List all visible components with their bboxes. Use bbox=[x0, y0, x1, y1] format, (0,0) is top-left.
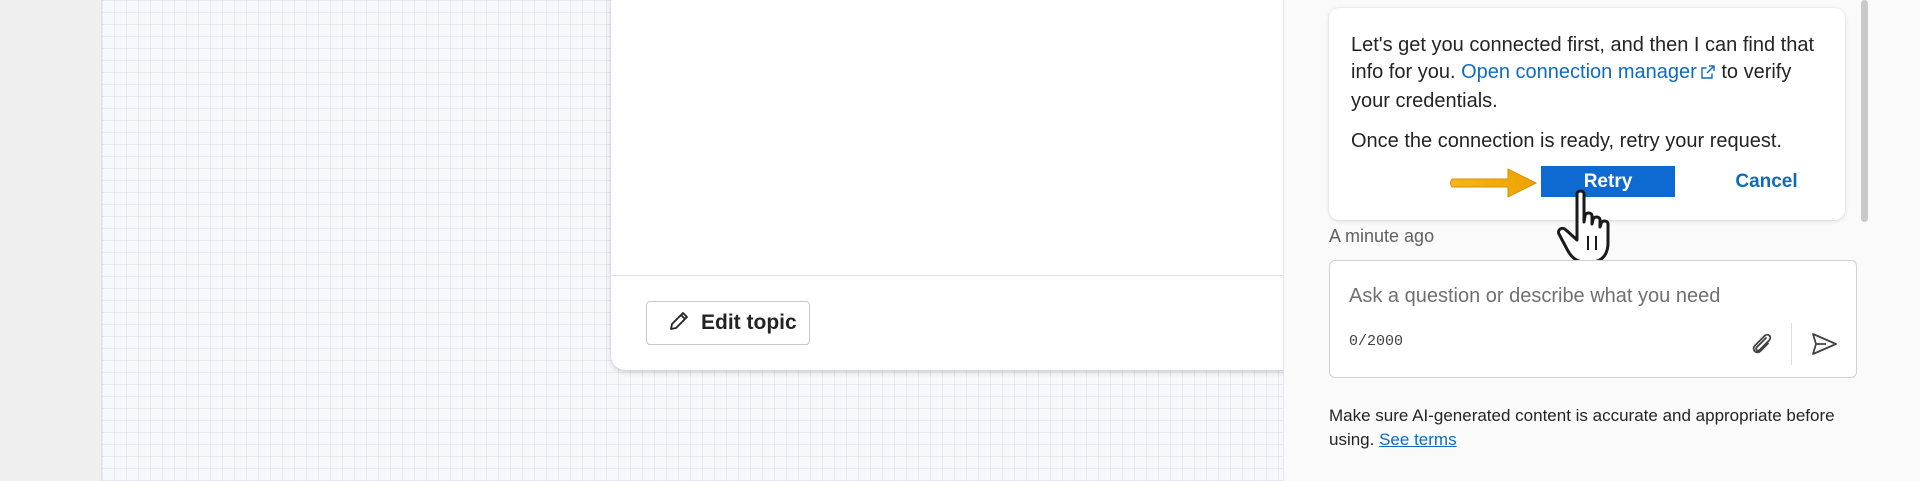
external-link-icon bbox=[1700, 61, 1716, 88]
left-rail bbox=[0, 0, 102, 481]
message-timestamp: A minute ago bbox=[1329, 226, 1435, 246]
edit-topic-label: Edit topic bbox=[701, 311, 797, 334]
cancel-button[interactable]: Cancel bbox=[1709, 166, 1824, 197]
char-count: 0/2000 bbox=[1349, 333, 1404, 350]
chat-input-box[interactable]: Ask a question or describe what you need… bbox=[1329, 260, 1857, 378]
chat-input-placeholder[interactable]: Ask a question or describe what you need bbox=[1349, 285, 1720, 308]
send-icon[interactable] bbox=[1809, 329, 1839, 364]
see-terms-link[interactable]: See terms bbox=[1379, 430, 1456, 449]
chat-scrollbar-thumb[interactable] bbox=[1861, 0, 1868, 222]
arrow-right-icon bbox=[1448, 166, 1540, 205]
input-divider bbox=[1791, 323, 1792, 365]
message-paragraph: Let's get you connected first, and then … bbox=[1351, 32, 1823, 115]
authoring-canvas: Edit topic bbox=[102, 0, 1358, 481]
topic-card: Edit topic bbox=[611, 0, 1358, 370]
pencil-icon bbox=[667, 309, 691, 338]
paperclip-icon[interactable] bbox=[1747, 329, 1777, 364]
ai-disclaimer: Make sure AI-generated content is accura… bbox=[1329, 404, 1849, 452]
retry-instruction: Once the connection is ready, retry your… bbox=[1351, 130, 1782, 152]
open-connection-manager-link[interactable]: Open connection manager bbox=[1461, 61, 1716, 83]
edit-topic-button[interactable]: Edit topic bbox=[646, 301, 810, 345]
connection-manager-link-label: Open connection manager bbox=[1461, 61, 1697, 83]
chat-scrollbar[interactable] bbox=[1858, 0, 1870, 481]
topic-card-body bbox=[611, 0, 1358, 276]
